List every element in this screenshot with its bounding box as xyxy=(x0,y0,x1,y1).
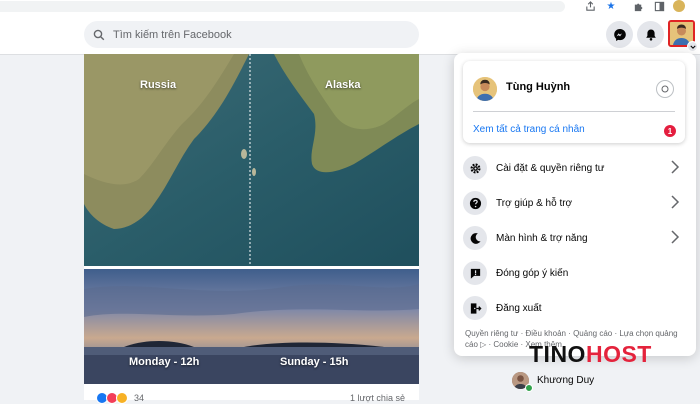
menu-item-help-support[interactable]: Trợ giúp & hỗ trợ xyxy=(463,187,688,219)
reaction-summary[interactable]: 34 xyxy=(96,392,144,404)
time-label-right: Sunday - 15h xyxy=(280,356,349,368)
map-label-right: Alaska xyxy=(325,79,361,91)
reaction-count: 34 xyxy=(134,393,145,403)
chevron-right-icon xyxy=(671,195,680,209)
search-input[interactable] xyxy=(111,27,405,42)
menu-item-display-accessibility[interactable]: Màn hình & trợ năng xyxy=(463,222,688,254)
bookmark-star-icon[interactable]: ★ xyxy=(604,0,618,13)
side-panel-icon[interactable] xyxy=(652,0,666,13)
tinohost-watermark: TINO HOST xyxy=(529,336,652,366)
bell-icon xyxy=(645,29,656,41)
address-bar[interactable] xyxy=(0,1,565,12)
menu-item-label: Đăng xuất xyxy=(496,302,542,314)
share-count[interactable]: 1 lượt chia sẻ xyxy=(350,393,405,403)
time-label-left: Monday - 12h xyxy=(129,356,200,368)
watermark-text-part2: HOST xyxy=(585,341,652,367)
chevron-right-icon xyxy=(671,230,680,244)
menu-item-label: Màn hình & trợ năng xyxy=(496,232,588,244)
extensions-icon[interactable] xyxy=(631,0,645,13)
notification-badge: 1 xyxy=(664,125,676,137)
messenger-icon xyxy=(613,28,626,41)
messenger-button[interactable] xyxy=(606,21,633,48)
profile-card[interactable]: Tùng Huỳnh Xem tất cả trang cá nhân 1 xyxy=(463,61,685,143)
browser-profile-avatar[interactable] xyxy=(673,0,685,12)
map-label-left: Russia xyxy=(140,79,177,91)
gear-icon xyxy=(463,156,487,180)
search-box[interactable] xyxy=(84,21,419,48)
menu-item-log-out[interactable]: Đăng xuất xyxy=(463,292,688,324)
logout-icon xyxy=(463,296,487,320)
chevron-down-icon xyxy=(687,41,698,52)
moon-icon xyxy=(463,226,487,250)
switch-profile-icon[interactable] xyxy=(656,80,674,98)
share-icon[interactable] xyxy=(583,0,597,13)
haha-reaction-icon xyxy=(116,392,128,404)
see-all-profiles-link[interactable]: Xem tất cả trang cá nhân xyxy=(473,124,585,135)
feedback-icon xyxy=(463,261,487,285)
divider xyxy=(473,111,675,112)
browser-toolbar: ★ xyxy=(0,0,700,15)
menu-item-label: Cài đặt & quyền riêng tư xyxy=(496,162,605,174)
search-icon xyxy=(93,29,105,40)
news-feed-post: Russia Alaska Monday - 12h Sunday - 15h xyxy=(84,54,419,404)
menu-item-label: Đóng góp ý kiến xyxy=(496,267,569,279)
menu-item-settings-privacy[interactable]: Cài đặt & quyền riêng tư xyxy=(463,152,688,184)
profile-name: Tùng Huỳnh xyxy=(506,81,571,93)
account-dropdown: Tùng Huỳnh Xem tất cả trang cá nhân 1 Cà… xyxy=(454,53,696,356)
watermark-text-part1: TINO xyxy=(529,341,586,367)
profile-avatar xyxy=(473,77,497,101)
menu-item-label: Trợ giúp & hỗ trợ xyxy=(496,197,573,209)
post-image-map[interactable]: Russia Alaska xyxy=(84,54,419,266)
facebook-header xyxy=(0,14,700,55)
notifications-button[interactable] xyxy=(637,21,664,48)
online-status-dot xyxy=(525,384,533,392)
menu-item-give-feedback[interactable]: Đóng góp ý kiến xyxy=(463,257,688,289)
chevron-right-icon xyxy=(671,160,680,174)
post-image-sunset[interactable]: Monday - 12h Sunday - 15h xyxy=(84,269,419,384)
question-icon xyxy=(463,191,487,215)
contact-name: Khương Duy xyxy=(537,375,595,386)
